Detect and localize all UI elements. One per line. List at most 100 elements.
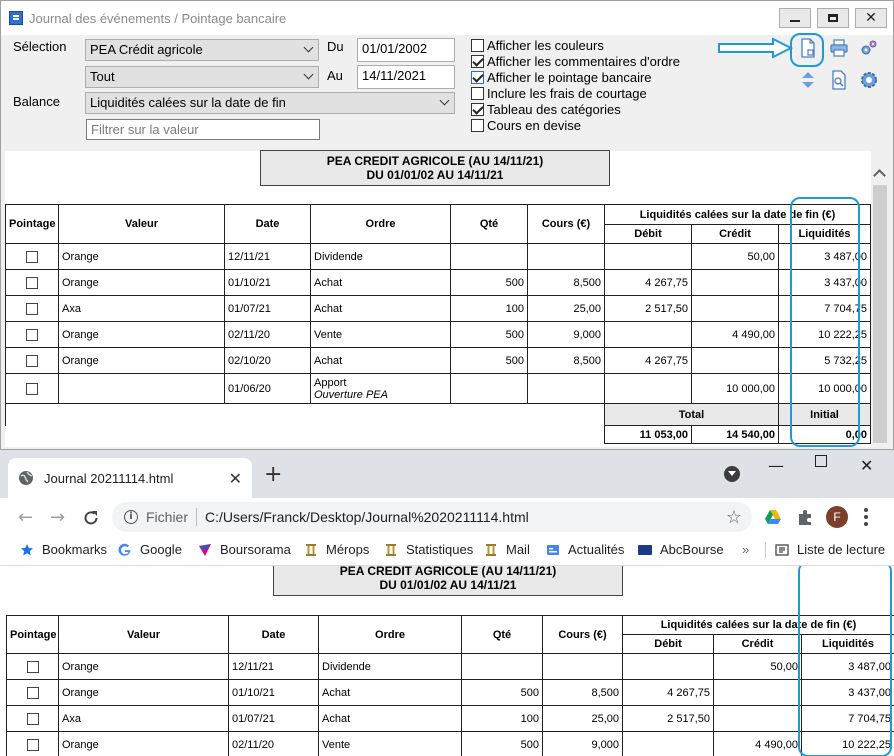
checkbox[interactable] <box>471 70 484 84</box>
checkbox[interactable] <box>471 38 484 52</box>
settings-gears-icon[interactable] <box>859 38 879 58</box>
bookmark-bookmarks[interactable]: Bookmarks <box>20 542 107 557</box>
ordre-cell: Vente <box>310 321 451 348</box>
pointage-checkbox[interactable] <box>26 738 39 751</box>
initial-label: Initial <box>777 403 872 426</box>
minimize-button[interactable] <box>779 8 811 28</box>
selection-label: Sélection <box>13 39 67 54</box>
checkbox[interactable] <box>471 54 484 68</box>
settings-gear-icon[interactable] <box>859 70 879 90</box>
maximize-button[interactable] <box>817 8 849 28</box>
ordre-cell: Vente <box>318 731 462 756</box>
pointage-cell <box>6 653 59 680</box>
date-cell: 01/07/21 <box>228 705 319 732</box>
column-icon <box>486 543 496 556</box>
vertical-scrollbar[interactable] <box>871 151 889 447</box>
bookmark-merops[interactable]: Mérops <box>304 542 369 557</box>
ordre-text: Dividende <box>322 660 371 673</box>
bookmark-boursorama[interactable]: Boursorama <box>198 542 291 557</box>
filter-input[interactable]: Filtrer sur la valeur <box>86 119 320 140</box>
checkbox[interactable] <box>471 118 484 132</box>
tab-search-icon[interactable] <box>724 466 740 482</box>
bookmark-mail[interactable]: Mail <box>484 542 530 557</box>
browser-maximize-button[interactable] <box>815 455 827 467</box>
reload-icon[interactable] <box>82 509 100 527</box>
google-drive-icon[interactable] <box>764 508 782 526</box>
pointage-checkbox[interactable] <box>26 250 38 263</box>
option-currency-price[interactable]: Cours en devise <box>471 117 581 133</box>
tab-strip: Journal 20211114.html ✕ + — ✕ <box>0 450 894 498</box>
url-text[interactable]: C:/Users/Franck/Desktop/Journal%20202111… <box>205 509 726 525</box>
bookmark-google[interactable]: Google <box>118 542 182 557</box>
info-icon[interactable]: i <box>124 510 138 524</box>
close-tab-icon[interactable]: ✕ <box>229 469 242 488</box>
scroll-thumb[interactable] <box>873 185 887 443</box>
profile-avatar[interactable]: F <box>826 506 848 528</box>
date-from-input[interactable]: 01/01/2002 <box>357 38 455 62</box>
pointage-checkbox[interactable] <box>26 712 39 725</box>
option-brokerage-fees[interactable]: Inclure les frais de courtage <box>471 85 647 101</box>
table-row: Orange 01/10/21 Achat 500 8,500 4 267,75 3 437… <box>6 679 894 706</box>
browser-close-button[interactable]: ✕ <box>860 456 873 475</box>
extensions-puzzle-icon[interactable] <box>796 508 814 526</box>
bookmark-actualites[interactable]: Actualités <box>546 542 624 557</box>
pointage-cell <box>5 347 59 374</box>
print-icon[interactable] <box>829 38 849 58</box>
checkbox[interactable] <box>471 102 484 116</box>
pointage-checkbox[interactable] <box>26 382 38 395</box>
valeur-cell: Axa <box>58 295 225 322</box>
balance-combo[interactable]: Liquidités calées sur la date de fin <box>85 92 455 114</box>
pointage-checkbox[interactable] <box>26 276 38 289</box>
browser-tab[interactable]: Journal 20211114.html ✕ <box>8 458 252 498</box>
option-colors[interactable]: Afficher les couleurs <box>471 37 604 53</box>
ordre-text: Achat <box>322 712 351 725</box>
ordre-text: Vente <box>322 738 351 751</box>
pointage-checkbox[interactable] <box>26 302 38 315</box>
pointage-checkbox[interactable] <box>26 660 39 673</box>
bookmark-statistiques[interactable]: Statistiques <box>384 542 473 557</box>
pointage-checkbox[interactable] <box>26 354 38 367</box>
new-tab-button[interactable]: + <box>264 462 282 487</box>
selection-combo[interactable]: PEA Crédit agricole <box>85 39 319 61</box>
back-button[interactable]: ← <box>18 507 33 528</box>
bookmarks-overflow[interactable]: » <box>742 542 749 557</box>
type-combo[interactable]: Tout <box>85 66 319 88</box>
pointage-cell <box>6 705 59 732</box>
ordre-cell: Achat <box>318 705 462 732</box>
ordre-text: Apport <box>314 376 347 389</box>
pointage-cell <box>5 243 59 270</box>
qte-cell: 500 <box>461 731 543 756</box>
browser-minimize-button[interactable]: — <box>768 456 784 475</box>
scroll-up-icon[interactable] <box>873 169 886 182</box>
date-cell: 01/10/21 <box>224 269 311 296</box>
preview-icon[interactable] <box>829 70 849 90</box>
option-bank-reconciliation[interactable]: Afficher le pointage bancaire <box>471 69 652 85</box>
cours-cell <box>527 373 605 404</box>
checkbox[interactable] <box>471 86 484 100</box>
menu-kebab-icon[interactable] <box>864 508 868 526</box>
close-button[interactable]: ✕ <box>855 8 887 28</box>
date-cell: 02/11/20 <box>224 321 311 348</box>
pointage-cell <box>6 731 59 756</box>
journal-table: Pointage Valeur Date Ordre Qté Cours (€)… <box>5 204 872 444</box>
ordre-text: Achat <box>322 686 351 699</box>
option-category-table[interactable]: Tableau des catégories <box>471 101 621 117</box>
globe-icon <box>19 471 33 485</box>
header-valeur: Valeur <box>58 204 225 244</box>
bookmark-star-icon[interactable]: ☆ <box>726 507 742 528</box>
bookmark-abcbourse[interactable]: AbcBourse <box>638 542 724 557</box>
ordre-cell: Achat <box>310 269 451 296</box>
reading-list[interactable]: Liste de lecture <box>775 542 885 557</box>
export-html-icon[interactable] <box>798 38 818 58</box>
credit-cell <box>691 269 779 296</box>
address-bar[interactable]: i Fichier C:/Users/Franck/Desktop/Journa… <box>112 502 752 532</box>
sort-icon[interactable] <box>798 70 818 90</box>
pointage-checkbox[interactable] <box>26 328 38 341</box>
debit-cell: 4 267,75 <box>604 347 692 374</box>
option-order-comments[interactable]: Afficher les commentaires d'ordre <box>471 53 680 69</box>
date-to-input[interactable]: 14/11/2021 <box>357 65 455 89</box>
forward-button[interactable]: → <box>50 507 65 528</box>
pointage-checkbox[interactable] <box>26 686 39 699</box>
chevron-down-icon <box>303 42 314 53</box>
table-row: Orange 02/10/20 Achat 500 8,500 4 267,75 5 732… <box>5 347 872 374</box>
